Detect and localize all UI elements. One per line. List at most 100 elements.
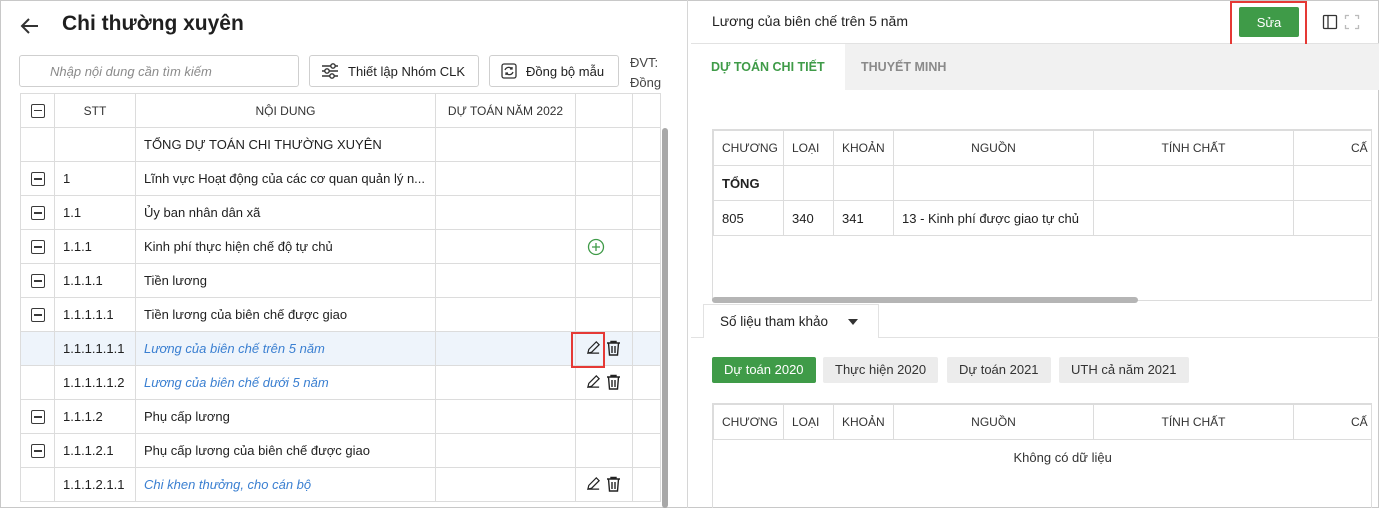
collapse-cell[interactable] <box>20 433 55 468</box>
budget-cell <box>435 229 576 264</box>
vertical-scrollbar[interactable] <box>662 128 668 508</box>
col-content: NỘI DUNG <box>135 93 436 128</box>
collapse-icon[interactable] <box>30 274 45 289</box>
table-row[interactable]: TỔNG DỰ TOÁN CHI THƯỜNG XUYÊN <box>20 127 661 162</box>
collapse-icon[interactable] <box>30 410 45 425</box>
detail-header-row: CHƯƠNG LOẠI KHOẢN NGUỒN TÍNH CHẤT CẤ <box>713 130 1371 166</box>
extra-cell <box>632 161 661 196</box>
table-row[interactable]: 1.1.1.2.1 Phụ cấp lương của biên chế được… <box>20 433 661 468</box>
search-input[interactable] <box>19 55 299 87</box>
detail-table-wrap: CHƯƠNG LOẠI KHOẢN NGUỒN TÍNH CHẤT CẤ TỔN… <box>712 129 1372 301</box>
budget-cell <box>435 161 576 196</box>
detail-header: Lương của biên chế trên 5 năm Sửa <box>691 0 1379 47</box>
collapse-all-icon[interactable] <box>30 103 45 118</box>
delete-row-button[interactable] <box>606 340 621 359</box>
chip-budget-2021[interactable]: Dự toán 2021 <box>947 357 1051 383</box>
ref-col-khoan: KHOẢN <box>833 404 894 440</box>
content-cell: Tiền lương của biên chế được giao <box>135 297 436 332</box>
chip-actual-2020[interactable]: Thực hiện 2020 <box>823 357 939 383</box>
fullscreen-icon[interactable] <box>1344 14 1360 30</box>
actions-cell <box>575 365 633 400</box>
table-row[interactable]: 1 Lĩnh vực Hoạt động của các cơ quan quản… <box>20 161 661 196</box>
edit-pencil-icon[interactable] <box>586 476 601 491</box>
table-row[interactable]: 1.1.1.1.1 Tiền lương của biên chế được gi… <box>20 297 661 332</box>
delete-row-button[interactable] <box>606 374 621 393</box>
collapse-icon[interactable] <box>30 206 45 221</box>
collapse-cell <box>20 331 55 366</box>
extra-cell <box>632 263 661 298</box>
stt-cell: 1.1.1 <box>54 229 136 264</box>
content-cell: TỔNG DỰ TOÁN CHI THƯỜNG XUYÊN <box>135 127 436 162</box>
add-child-button[interactable] <box>587 238 605 259</box>
caret-down-icon <box>847 319 858 326</box>
ref-col-tinh-chat: TÍNH CHẤT <box>1093 404 1294 440</box>
delete-row-button[interactable] <box>606 476 621 495</box>
cell-nguon: 13 - Kinh phí được giao tự chủ <box>893 200 1094 236</box>
back-arrow-icon[interactable] <box>18 14 42 38</box>
collapse-cell <box>20 467 55 502</box>
collapse-icon[interactable] <box>30 444 45 459</box>
collapse-cell[interactable] <box>20 161 55 196</box>
horizontal-scrollbar[interactable] <box>712 297 1138 303</box>
edit-highlight-box <box>571 332 605 368</box>
collapse-cell[interactable] <box>20 263 55 298</box>
content-cell[interactable]: Lương của biên chế dưới 5 năm <box>135 365 436 400</box>
budget-cell <box>435 195 576 230</box>
table-cell <box>1093 165 1294 201</box>
trash-icon[interactable] <box>606 476 621 492</box>
budget-cell <box>435 399 576 434</box>
collapse-cell[interactable] <box>20 297 55 332</box>
cell-loai: 340 <box>783 200 834 236</box>
table-row[interactable]: 1.1.1.2 Phụ cấp lương <box>20 399 661 434</box>
collapse-cell[interactable] <box>20 229 55 264</box>
collapse-all-cell[interactable] <box>20 93 55 128</box>
collapse-icon[interactable] <box>30 240 45 255</box>
extra-cell <box>632 195 661 230</box>
no-data-text: Không có dữ liệu <box>1013 449 1112 465</box>
edit-pencil-icon[interactable] <box>586 374 601 389</box>
ref-col-loai: LOẠI <box>783 404 834 440</box>
chip-uth-2021[interactable]: UTH cả năm 2021 <box>1059 357 1189 383</box>
table-row[interactable]: 1.1.1.1.1.2 Lương của biên chế dưới 5 năm <box>20 365 661 400</box>
trash-icon[interactable] <box>606 340 621 356</box>
tab-detail-budget[interactable]: DỰ TOÁN CHI TIẾT <box>691 44 845 90</box>
reference-data-dropdown[interactable]: Số liệu tham khảo <box>703 304 879 338</box>
table-row[interactable]: 1.1.1.1 Tiền lương <box>20 263 661 298</box>
no-data-row: Không có dữ liệu <box>714 440 1372 475</box>
tab-explanation[interactable]: THUYẾT MINH <box>841 44 966 90</box>
content-cell: Tiền lương <box>135 263 436 298</box>
actions-cell <box>575 297 633 332</box>
edit-row-button[interactable] <box>586 476 601 494</box>
content-cell[interactable]: Chi khen thưởng, cho cán bộ <box>135 467 436 502</box>
extra-cell <box>632 127 661 162</box>
collapse-cell[interactable] <box>20 195 55 230</box>
extra-cell <box>632 365 661 400</box>
table-cell <box>893 165 1094 201</box>
group-setup-label: Thiết lập Nhóm CLK <box>348 63 466 79</box>
budget-cell <box>435 297 576 332</box>
chip-budget-2020[interactable]: Dự toán 2020 <box>712 357 816 383</box>
unit-label-text: ĐVT: <box>630 55 659 70</box>
table-row[interactable]: 1.1.1.1.1.1 Lương của biên chế trên 5 năm <box>20 331 661 366</box>
table-row[interactable]: 1.1 Ủy ban nhân dân xã <box>20 195 661 230</box>
table-row[interactable]: 1.1.1.2.1.1 Chi khen thưởng, cho cán bộ <box>20 467 661 502</box>
collapse-icon[interactable] <box>30 308 45 323</box>
collapse-cell[interactable] <box>20 399 55 434</box>
side-panel-icon[interactable] <box>1322 14 1338 30</box>
group-setup-button[interactable]: Thiết lập Nhóm CLK <box>309 55 479 87</box>
table-row[interactable]: 1.1.1 Kinh phí thực hiện chế độ tự chủ <box>20 229 661 264</box>
edit-row-button[interactable] <box>586 374 601 392</box>
detail-row[interactable]: 805 340 341 13 - Kinh phí được giao tự c… <box>713 200 1371 236</box>
content-cell[interactable]: Lương của biên chế trên 5 năm <box>135 331 436 366</box>
budget-cell <box>435 331 576 366</box>
col-cap: CẤ <box>1293 130 1371 166</box>
budget-table: STT NỘI DUNG DỰ TOÁN NĂM 2022 TỔNG DỰ TO… <box>20 93 661 502</box>
collapse-icon[interactable] <box>30 172 45 187</box>
ref-col-chuong: CHƯƠNG <box>713 404 784 440</box>
sync-template-button[interactable]: Đồng bộ mẫu <box>489 55 619 87</box>
add-circle-icon[interactable] <box>587 238 605 256</box>
trash-icon[interactable] <box>606 374 621 390</box>
cell-chuong: 805 <box>713 200 784 236</box>
col-chuong: CHƯƠNG <box>713 130 784 166</box>
extra-cell <box>632 297 661 332</box>
